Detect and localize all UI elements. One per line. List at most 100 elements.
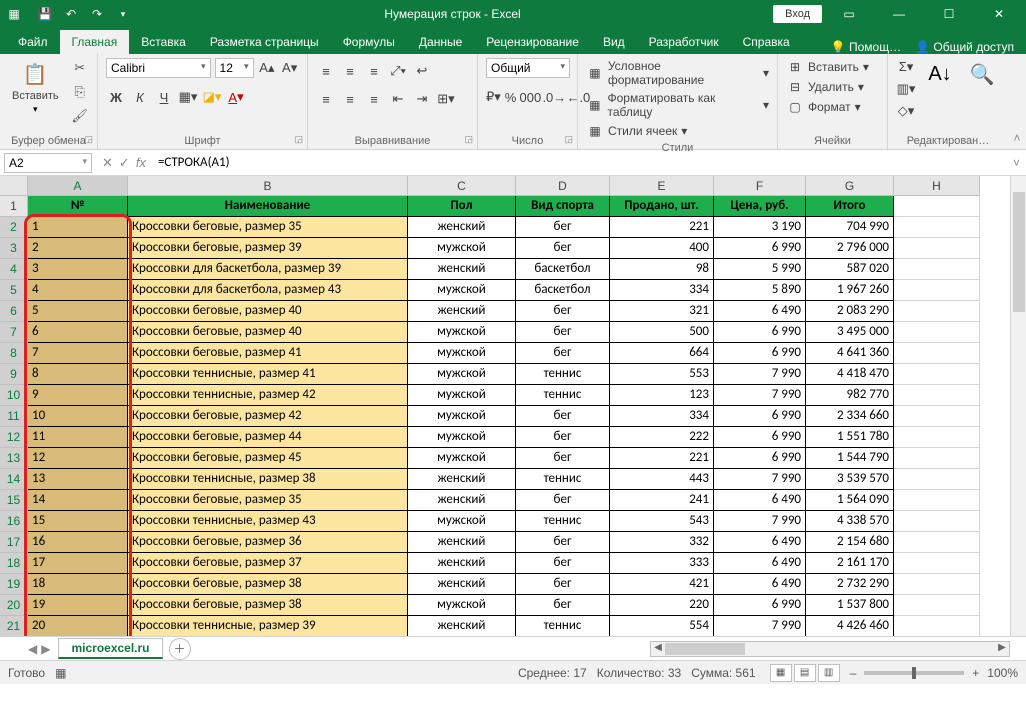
cell[interactable]: 332 bbox=[610, 532, 714, 553]
row-header[interactable]: 11 bbox=[0, 406, 28, 427]
cell[interactable]: теннис bbox=[516, 469, 610, 490]
underline-icon[interactable]: Ч bbox=[154, 88, 174, 106]
cell[interactable]: бег bbox=[516, 238, 610, 259]
cell[interactable]: 6 990 bbox=[714, 448, 806, 469]
font-name-select[interactable]: Calibri bbox=[106, 58, 211, 78]
format-painter-icon[interactable]: 🖌 bbox=[69, 106, 91, 126]
cell[interactable]: мужской bbox=[408, 595, 516, 616]
cell[interactable]: мужской bbox=[408, 448, 516, 469]
cell[interactable]: 6 990 bbox=[714, 595, 806, 616]
cell[interactable]: Кроссовки беговые, размер 38 bbox=[128, 574, 408, 595]
header-cell[interactable]: Вид спорта bbox=[516, 196, 610, 217]
cell[interactable]: теннис bbox=[516, 385, 610, 406]
row-header[interactable]: 6 bbox=[0, 301, 28, 322]
cell[interactable]: 7 990 bbox=[714, 616, 806, 636]
cell[interactable]: 6 990 bbox=[714, 427, 806, 448]
cell[interactable]: баскетбол bbox=[516, 259, 610, 280]
font-size-select[interactable]: 12 bbox=[215, 58, 254, 78]
row-header[interactable]: 14 bbox=[0, 469, 28, 490]
cell[interactable]: женский bbox=[408, 259, 516, 280]
cell[interactable]: мужской bbox=[408, 511, 516, 532]
merge-icon[interactable]: ⊞▾ bbox=[436, 90, 456, 108]
orientation-icon[interactable]: ⤢▾ bbox=[388, 62, 408, 80]
col-header-B[interactable]: B bbox=[128, 176, 408, 196]
font-color-icon[interactable]: А▾ bbox=[226, 88, 246, 106]
decrease-indent-icon[interactable]: ⇤ bbox=[388, 90, 408, 108]
cell[interactable]: 221 bbox=[610, 448, 714, 469]
redo-icon[interactable]: ↷ bbox=[88, 5, 106, 23]
border-icon[interactable]: ▦▾ bbox=[178, 88, 198, 106]
row-header[interactable]: 16 bbox=[0, 511, 28, 532]
header-cell[interactable]: Цена, руб. bbox=[714, 196, 806, 217]
cell[interactable]: 3 bbox=[28, 259, 128, 280]
tab-data[interactable]: Данные bbox=[407, 30, 474, 54]
header-cell[interactable]: Продано, шт. bbox=[610, 196, 714, 217]
formula-input[interactable]: =СТРОКА(A1) bbox=[152, 153, 1007, 172]
cell[interactable]: Кроссовки теннисные, размер 39 bbox=[128, 616, 408, 636]
cell[interactable] bbox=[894, 553, 980, 574]
cell[interactable]: бег bbox=[516, 322, 610, 343]
cell[interactable]: 333 bbox=[610, 553, 714, 574]
tab-home[interactable]: Главная bbox=[60, 30, 130, 54]
clear-icon[interactable]: ◇▾ bbox=[896, 102, 916, 120]
cell[interactable]: 123 bbox=[610, 385, 714, 406]
fill-icon[interactable]: ▥▾ bbox=[896, 80, 916, 98]
row-header[interactable]: 17 bbox=[0, 532, 28, 553]
cell[interactable]: 7 990 bbox=[714, 385, 806, 406]
sheet-nav-prev-icon[interactable]: ◀ bbox=[28, 642, 37, 656]
cell[interactable]: 5 890 bbox=[714, 280, 806, 301]
name-box[interactable]: A2 bbox=[4, 153, 92, 173]
cell[interactable]: 587 020 bbox=[806, 259, 894, 280]
sheet-nav-next-icon[interactable]: ▶ bbox=[41, 642, 50, 656]
cell[interactable] bbox=[894, 385, 980, 406]
cell[interactable]: 543 bbox=[610, 511, 714, 532]
row-header[interactable]: 19 bbox=[0, 574, 28, 595]
align-center-icon[interactable]: ≡ bbox=[340, 90, 360, 108]
align-middle-icon[interactable]: ≡ bbox=[340, 62, 360, 80]
align-right-icon[interactable]: ≡ bbox=[364, 90, 384, 108]
cell[interactable] bbox=[894, 196, 980, 217]
cell[interactable]: 1 537 800 bbox=[806, 595, 894, 616]
cell[interactable]: 6 490 bbox=[714, 490, 806, 511]
dialog-launcher-icon[interactable]: ◲ bbox=[84, 134, 93, 145]
cell[interactable]: бег bbox=[516, 553, 610, 574]
cell[interactable]: 1 564 090 bbox=[806, 490, 894, 511]
zoom-in-icon[interactable]: + bbox=[972, 666, 979, 680]
cell[interactable]: 12 bbox=[28, 448, 128, 469]
cell[interactable]: мужской bbox=[408, 280, 516, 301]
row-header[interactable]: 9 bbox=[0, 364, 28, 385]
col-header-E[interactable]: E bbox=[610, 176, 714, 196]
undo-icon[interactable]: ↶ bbox=[62, 5, 80, 23]
cell[interactable]: Кроссовки для баскетбола, размер 43 bbox=[128, 280, 408, 301]
cell[interactable]: 2 161 170 bbox=[806, 553, 894, 574]
cell[interactable]: 17 bbox=[28, 553, 128, 574]
cell[interactable] bbox=[894, 595, 980, 616]
cell[interactable]: 7 990 bbox=[714, 469, 806, 490]
select-all-corner[interactable] bbox=[0, 176, 28, 196]
col-header-H[interactable]: H bbox=[894, 176, 980, 196]
cut-icon[interactable]: ✂ bbox=[69, 58, 91, 78]
row-header[interactable]: 20 bbox=[0, 595, 28, 616]
cell[interactable]: бег bbox=[516, 427, 610, 448]
wrap-text-icon[interactable]: ↩ bbox=[412, 62, 432, 80]
insert-cells[interactable]: ⊞Вставить ▾ bbox=[786, 58, 879, 76]
zoom-out-icon[interactable]: – bbox=[850, 666, 857, 680]
cell[interactable] bbox=[894, 448, 980, 469]
currency-icon[interactable]: ₽▾ bbox=[486, 88, 501, 106]
cell[interactable]: 14 bbox=[28, 490, 128, 511]
format-as-table[interactable]: ▦Форматировать как таблицу ▾ bbox=[586, 90, 769, 120]
cell[interactable]: 6 990 bbox=[714, 322, 806, 343]
horizontal-scrollbar[interactable]: ◀ ▶ bbox=[650, 641, 1010, 657]
cell[interactable]: 553 bbox=[610, 364, 714, 385]
conditional-formatting[interactable]: ▦Условное форматирование ▾ bbox=[586, 58, 769, 88]
tab-insert[interactable]: Вставка bbox=[129, 30, 198, 54]
col-header-F[interactable]: F bbox=[714, 176, 806, 196]
cell[interactable] bbox=[894, 469, 980, 490]
cell[interactable]: 10 bbox=[28, 406, 128, 427]
page-break-view-icon[interactable]: ▥ bbox=[818, 664, 840, 682]
cell[interactable]: бег bbox=[516, 217, 610, 238]
cell[interactable]: женский bbox=[408, 469, 516, 490]
vertical-scrollbar[interactable] bbox=[1010, 176, 1026, 636]
cell[interactable]: 6 990 bbox=[714, 343, 806, 364]
cell[interactable]: 982 770 bbox=[806, 385, 894, 406]
